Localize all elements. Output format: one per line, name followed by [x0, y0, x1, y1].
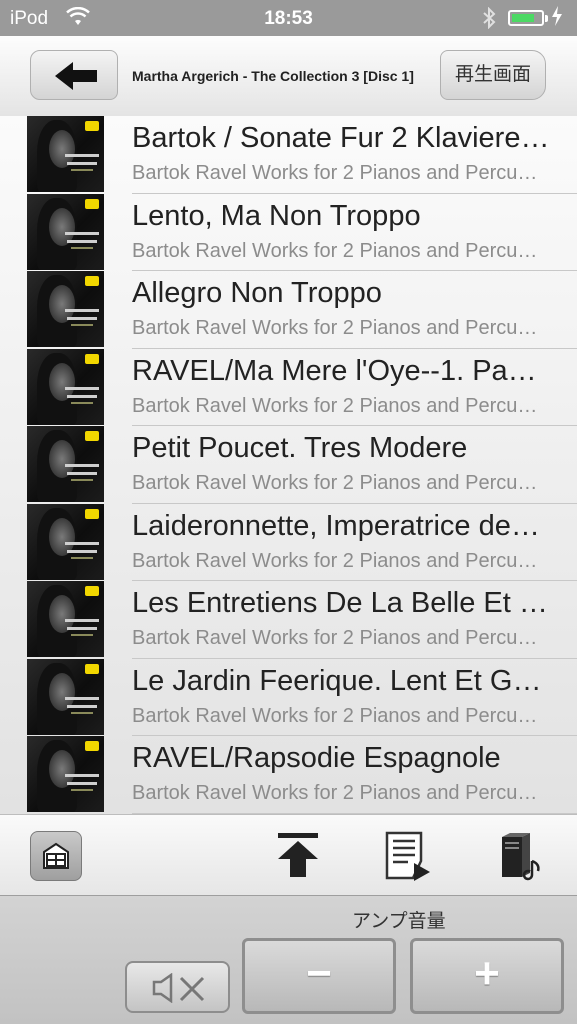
volume-up-button[interactable]: + — [410, 938, 564, 1014]
scroll-to-top-icon — [278, 833, 318, 877]
navigation-bar: Martha Argerich - The Collection 3 [Disc… — [0, 36, 577, 117]
status-bar: iPod 18:53 — [0, 0, 577, 36]
album-art — [27, 736, 104, 812]
media-server-button[interactable] — [496, 831, 544, 886]
album-art-caption — [67, 549, 97, 553]
track-title: RAVEL/Rapsodie Espagnole — [132, 742, 501, 774]
album-art — [27, 271, 104, 347]
track-title: Le Jardin Feerique. Lent Et Grave — [132, 664, 550, 697]
amp-volume-label: アンプ音量 — [352, 911, 446, 932]
track-title: Bartok / Sonate Fur 2 Klaviere Und Schla… — [132, 122, 550, 154]
volume-down-button[interactable]: − — [242, 938, 396, 1014]
album-art-caption — [71, 789, 93, 791]
battery-icon — [508, 10, 544, 26]
album-art-caption — [67, 472, 97, 475]
mute-speaker-icon — [152, 973, 205, 1003]
album-art — [27, 348, 104, 425]
track-row[interactable]: Petit Poucet. Tres Modere Bartok Ravel Wo… — [0, 426, 577, 504]
track-title: Lento, Ma Non Troppo — [132, 199, 421, 232]
album-art-caption — [65, 696, 99, 700]
track-row[interactable]: Le Jardin Feerique. Lent Et Grave Bartok … — [0, 658, 577, 736]
album-art — [27, 193, 104, 270]
track-row[interactable]: Bartok / Sonate Fur 2 Klaviere Und Schla… — [0, 116, 577, 194]
album-art-caption — [65, 541, 99, 545]
charging-icon — [552, 6, 562, 31]
scroll-to-top-button[interactable] — [276, 831, 320, 884]
album-art-caption — [71, 324, 93, 326]
album-art-caption — [71, 556, 93, 559]
album-art-caption — [67, 162, 97, 165]
album-art — [27, 426, 104, 502]
album-art — [27, 116, 104, 192]
back-button[interactable] — [30, 50, 118, 100]
home-grid-icon — [43, 842, 69, 869]
label-logo-icon — [85, 508, 99, 519]
track-album: Bartok Ravel Works for 2 Pianos and Perc… — [132, 782, 544, 804]
track-title: Petit Poucet. Tres Modere — [132, 432, 468, 464]
track-album: Bartok Ravel Works for 2 Pianos and Perc… — [132, 162, 544, 184]
album-art-caption — [71, 634, 93, 636]
track-row[interactable]: RAVEL/Ma Mere l'Oye--1. Pavane Bartok Rav… — [0, 348, 577, 426]
album-art-caption — [65, 386, 99, 390]
album-art-caption — [71, 246, 93, 249]
track-album: Bartok Ravel Works for 2 Pianos and Perc… — [132, 549, 544, 572]
label-logo-icon — [85, 353, 99, 364]
now-playing-button[interactable]: 再生画面 — [440, 50, 546, 100]
media-server-icon — [502, 833, 540, 881]
track-album: Bartok Ravel Works for 2 Pianos and Perc… — [132, 704, 544, 727]
album-art — [27, 503, 104, 580]
track-list[interactable]: Bartok / Sonate Fur 2 Klaviere Und Schla… — [0, 116, 577, 814]
track-title: Allegro Non Troppo — [132, 277, 382, 309]
album-art-caption — [65, 619, 99, 622]
album-art-caption — [65, 231, 99, 235]
album-art-caption — [67, 317, 97, 320]
label-logo-icon — [85, 431, 99, 441]
battery-fill — [512, 14, 534, 22]
album-art-caption — [71, 711, 93, 714]
album-art-caption — [71, 479, 93, 481]
label-logo-icon — [85, 741, 99, 751]
battery-tip — [545, 15, 548, 22]
album-art-caption — [67, 704, 97, 708]
album-art — [27, 581, 104, 657]
home-button[interactable] — [30, 831, 82, 881]
track-title: RAVEL/Ma Mere l'Oye--1. Pavane — [132, 354, 550, 387]
album-art-caption — [71, 169, 93, 171]
label-logo-icon — [85, 663, 99, 674]
album-art-caption — [67, 782, 97, 785]
track-album: Bartok Ravel Works for 2 Pianos and Perc… — [132, 627, 544, 649]
album-title: Martha Argerich - The Collection 3 [Disc… — [132, 68, 414, 84]
album-art-caption — [65, 154, 99, 157]
album-art — [27, 658, 104, 735]
album-art-caption — [67, 394, 97, 398]
track-row[interactable]: RAVEL/Rapsodie Espagnole Bartok Ravel Wor… — [0, 736, 577, 814]
album-art-caption — [71, 401, 93, 404]
track-row[interactable]: Laideronnette, Imperatrice des Pagodes Ba… — [0, 503, 577, 581]
track-album: Bartok Ravel Works for 2 Pianos and Perc… — [132, 394, 544, 417]
bottom-toolbar — [0, 814, 577, 896]
track-row[interactable]: Lento, Ma Non Troppo Bartok Ravel Works f… — [0, 193, 577, 271]
play-queue-button[interactable] — [384, 831, 432, 886]
mute-button[interactable] — [125, 961, 230, 1013]
label-logo-icon — [85, 276, 99, 286]
label-logo-icon — [85, 586, 99, 596]
album-art-caption — [65, 464, 99, 467]
label-logo-icon — [85, 198, 99, 209]
track-row[interactable]: Les Entretiens De La Belle Et De La Bete… — [0, 581, 577, 659]
album-art-caption — [67, 239, 97, 243]
track-album: Bartok Ravel Works for 2 Pianos and Perc… — [132, 472, 544, 494]
arrow-left-icon — [55, 62, 97, 90]
label-logo-icon — [85, 121, 99, 131]
album-art-caption — [67, 627, 97, 630]
album-art-caption — [65, 774, 99, 777]
track-album: Bartok Ravel Works for 2 Pianos and Perc… — [132, 317, 544, 339]
track-title: Laideronnette, Imperatrice des Pagodes — [132, 509, 550, 542]
amp-volume-panel: アンプ音量 − + — [0, 896, 577, 1024]
play-queue-icon — [385, 831, 430, 881]
track-row[interactable]: Allegro Non Troppo Bartok Ravel Works for… — [0, 271, 577, 349]
track-album: Bartok Ravel Works for 2 Pianos and Perc… — [132, 239, 544, 262]
track-title: Les Entretiens De La Belle Et De La Bete — [132, 587, 550, 619]
album-art-caption — [65, 309, 99, 312]
bluetooth-icon — [482, 6, 496, 35]
